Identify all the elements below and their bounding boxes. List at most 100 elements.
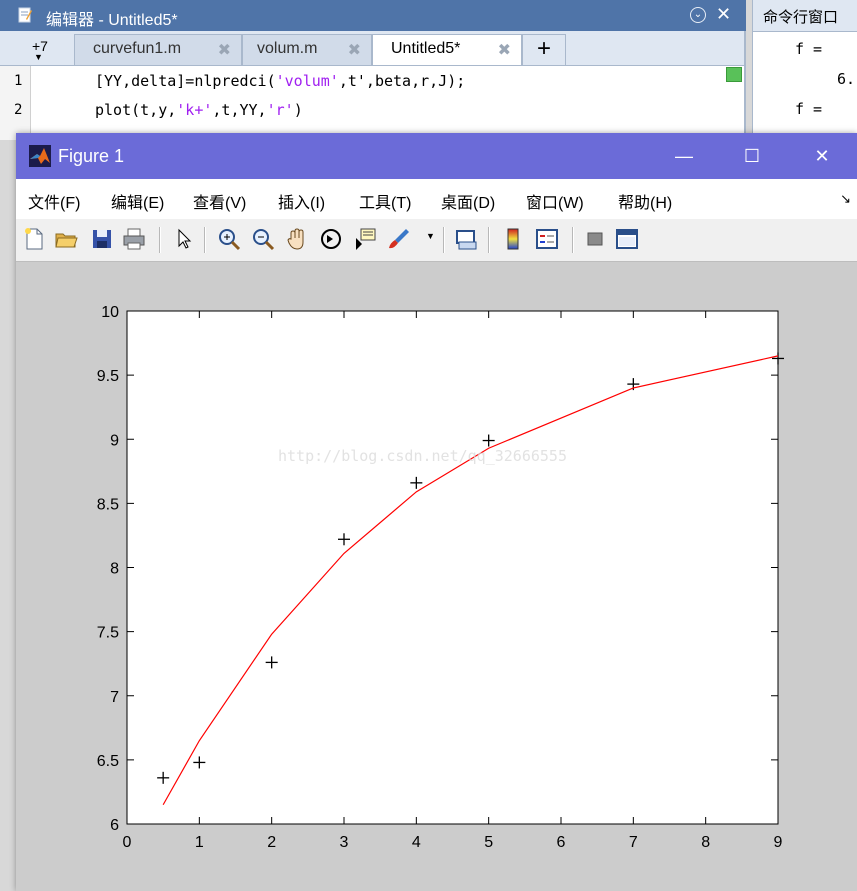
code-text: plot(t,y,	[95, 101, 177, 119]
editor-titlebar: 编辑器 - Untitled5* ⌄ ✕	[0, 0, 746, 31]
pointer-icon[interactable]	[171, 226, 197, 252]
tab-label: volum.m	[257, 40, 318, 57]
y-tick-label: 9	[110, 432, 119, 449]
rotate-3d-icon[interactable]	[318, 226, 344, 252]
y-tick-label: 7	[110, 689, 119, 706]
line-number: 1	[14, 73, 23, 89]
legend-icon[interactable]	[534, 226, 560, 252]
brush-icon[interactable]	[386, 226, 412, 252]
menu-tools[interactable]: 工具(T)	[359, 189, 411, 213]
link-plot-icon[interactable]	[453, 226, 479, 252]
menu-view[interactable]: 查看(V)	[193, 189, 246, 213]
code-string: 'volum'	[275, 72, 339, 90]
close-tab-icon[interactable]: ✖	[348, 40, 361, 60]
maximize-button[interactable]: ☐	[729, 141, 775, 171]
plot-axes[interactable]: 0 1 2 3 4 5 6 7 8 9 6 6.5 7 7.5 8 8.5 9 9.5 10 http://blog…	[16, 262, 857, 891]
y-tick-label: 7.5	[97, 625, 119, 642]
menu-file[interactable]: 文件(F)	[28, 189, 80, 213]
colorbar-icon[interactable]	[500, 226, 526, 252]
minimize-button[interactable]: —	[661, 141, 707, 171]
menu-window[interactable]: 窗口(W)	[526, 189, 584, 213]
code-line-1[interactable]: [YY,delta]=nlpredci('volum',t',beta,r,J)…	[95, 72, 465, 90]
y-tick-label: 6	[110, 817, 119, 834]
figure-title: Figure 1	[58, 146, 125, 166]
x-tick-label: 9	[774, 834, 783, 851]
toolbar-separator	[572, 227, 574, 253]
code-text: ,t',beta,r,J);	[338, 72, 466, 90]
add-tab-button[interactable]: +	[522, 34, 566, 65]
command-output-line: f =	[795, 40, 823, 58]
editor-options-icon[interactable]: ⌄	[690, 7, 706, 23]
tab-label: Untitled5*	[391, 40, 461, 57]
zoom-out-icon[interactable]	[250, 226, 276, 252]
y-tick-label: 9.5	[97, 368, 119, 385]
code-text: [YY,delta]=nlpredci(	[95, 72, 276, 90]
editor-scrollbar[interactable]	[744, 31, 746, 140]
figure-titlebar[interactable]: Figure 1 — ☐ ✕	[16, 133, 857, 179]
data-cursor-icon[interactable]	[352, 226, 378, 252]
x-tick-label: 2	[267, 834, 276, 851]
y-tick-label: 6.5	[97, 753, 119, 770]
editor-document-icon	[18, 7, 32, 23]
brush-dropdown-icon[interactable]: ▼	[426, 231, 435, 241]
hide-plot-tools-icon[interactable]	[582, 226, 608, 252]
tab-volum[interactable]: volum.m ✖	[242, 34, 372, 65]
x-tick-label: 1	[195, 834, 204, 851]
code-analyzer-status-icon[interactable]	[726, 67, 742, 82]
menu-edit[interactable]: 编辑(E)	[111, 189, 164, 213]
pan-hand-icon[interactable]	[284, 226, 310, 252]
x-tick-label: 4	[412, 834, 421, 851]
x-tick-label: 3	[340, 834, 349, 851]
save-icon[interactable]	[89, 226, 115, 252]
show-plot-tools-icon[interactable]	[614, 226, 640, 252]
open-folder-icon[interactable]	[53, 226, 79, 252]
matlab-logo-icon	[29, 145, 51, 167]
x-tick-label: 7	[629, 834, 638, 851]
tab-label: curvefun1.m	[93, 40, 182, 57]
tab-navigation-button[interactable]: +7 ▼	[12, 34, 68, 64]
editor-close-icon[interactable]: ✕	[716, 4, 731, 25]
menu-help[interactable]: 帮助(H)	[618, 189, 672, 213]
tab-curvefun1[interactable]: curvefun1.m ✖	[74, 34, 242, 65]
code-text: )	[293, 101, 303, 119]
figure-menubar: 文件(F) 编辑(E) 查看(V) 插入(I) 工具(T) 桌面(D) 窗口(W…	[16, 179, 857, 219]
close-button[interactable]: ✕	[799, 141, 845, 171]
figure-toolbar: ▼	[16, 219, 857, 262]
new-file-icon[interactable]	[21, 226, 47, 252]
axes-box	[126, 310, 779, 825]
code-string: 'k+'	[176, 101, 213, 119]
toolbar-separator	[204, 227, 206, 253]
toolbar-separator	[488, 227, 490, 253]
toolbar-separator	[443, 227, 445, 253]
command-window: 命令行窗口 f = 6. f =	[752, 0, 857, 140]
code-text: ,t,YY,	[212, 101, 267, 119]
watermark-text: http://blog.csdn.net/qq_32666555	[278, 447, 567, 465]
zoom-in-icon[interactable]	[216, 226, 242, 252]
code-line-2[interactable]: plot(t,y,'k+',t,YY,'r')	[95, 101, 303, 119]
editor-window: 编辑器 - Untitled5* ⌄ ✕ +7 ▼ curvefun1.m ✖ …	[0, 0, 746, 140]
figure-window: Figure 1 — ☐ ✕ 文件(F) 编辑(E) 查看(V) 插入(I) 工…	[16, 133, 857, 891]
editor-title: 编辑器 - Untitled5*	[46, 12, 178, 29]
y-tick-label: 10	[101, 304, 119, 321]
command-output-line: 6.	[837, 70, 856, 88]
menu-insert[interactable]: 插入(I)	[278, 189, 325, 213]
toolbar-separator	[159, 227, 161, 253]
tab-untitled5[interactable]: Untitled5* ✖	[372, 34, 522, 65]
print-icon[interactable]	[121, 226, 147, 252]
chevron-down-icon: ▼	[34, 52, 43, 62]
command-window-titlebar: 命令行窗口	[753, 0, 857, 32]
y-tick-label: 8.5	[97, 496, 119, 513]
x-tick-label: 6	[557, 834, 566, 851]
x-tick-label: 8	[701, 834, 710, 851]
close-tab-icon[interactable]: ✖	[498, 40, 511, 60]
code-string: 'r'	[266, 101, 294, 119]
command-window-title: 命令行窗口	[763, 9, 839, 26]
x-tick-label: 0	[123, 834, 132, 851]
y-tick-label: 8	[110, 561, 119, 578]
line-number: 2	[14, 102, 23, 118]
x-tick-label: 5	[484, 834, 493, 851]
menu-desktop[interactable]: 桌面(D)	[441, 189, 495, 213]
command-output-line: f =	[795, 100, 823, 118]
close-tab-icon[interactable]: ✖	[218, 40, 231, 60]
dock-arrow-icon[interactable]: ↘	[840, 191, 851, 207]
